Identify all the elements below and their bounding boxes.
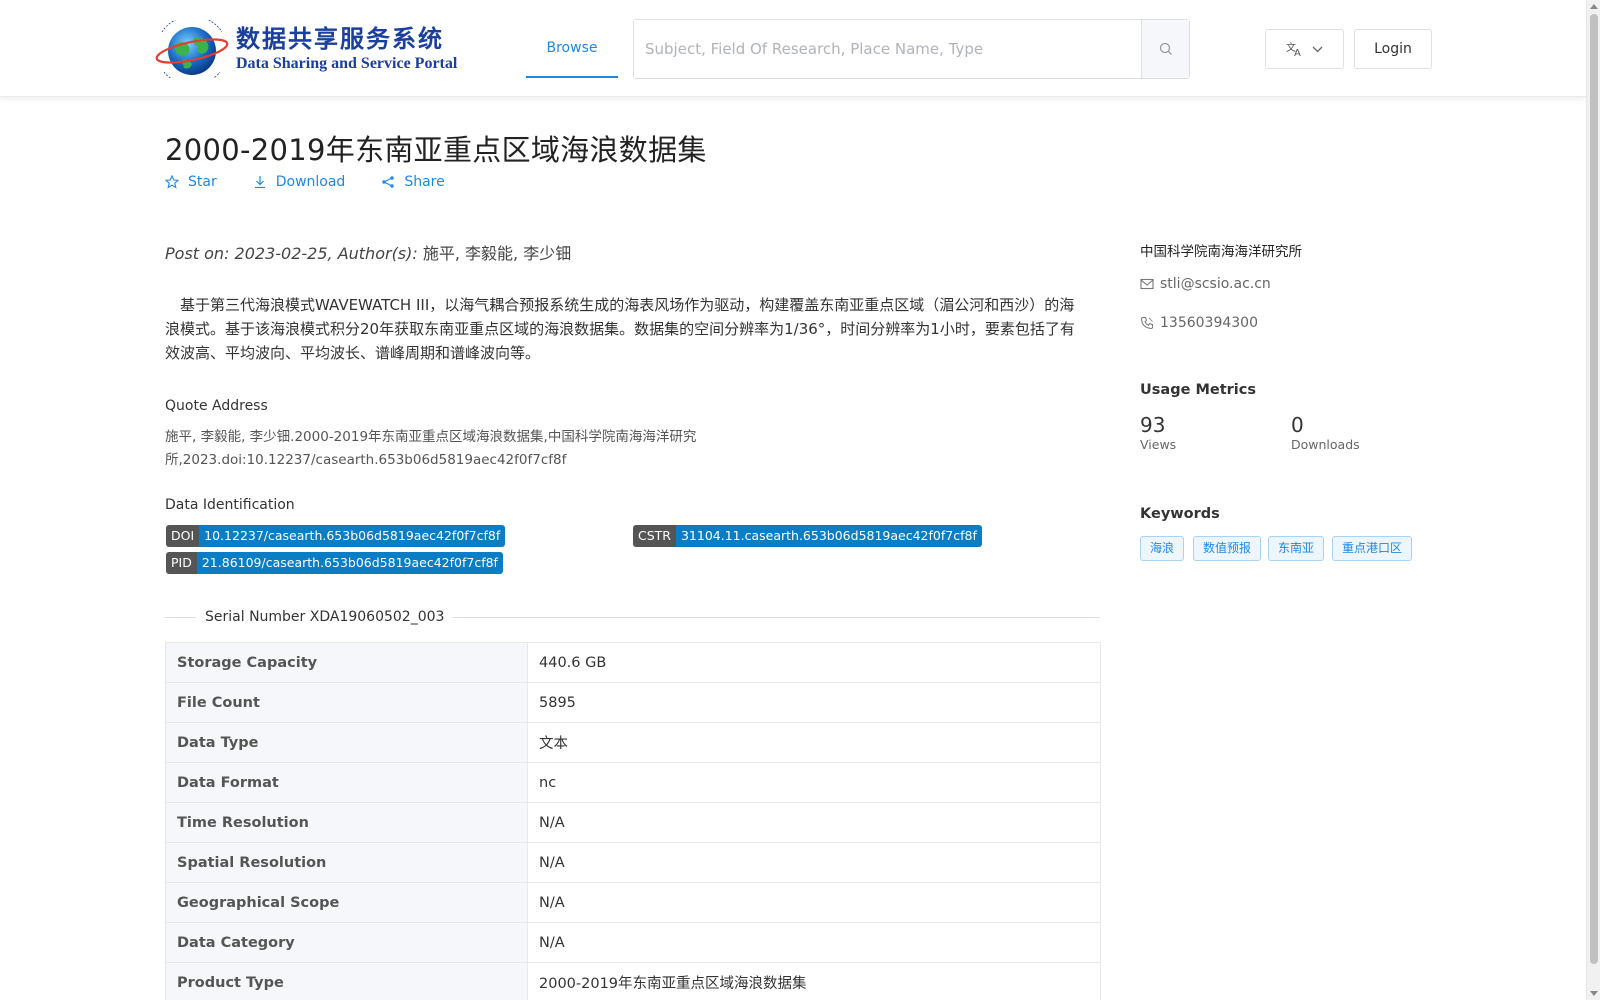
scroll-down-arrow-icon[interactable] [1590, 991, 1598, 996]
post-info: Post on: 2023-02-25, Author(s): 施平, 李毅能,… [165, 240, 571, 264]
organization-name: 中国科学院南海海洋研究所 [1140, 244, 1302, 260]
table-row: Data Category N/A [165, 922, 1101, 963]
detail-key: Data Category [165, 922, 528, 963]
table-row: File Count 5895 [165, 682, 1101, 723]
phone-text: 13560394300 [1160, 315, 1258, 331]
keyword-tag[interactable]: 海浪 [1140, 536, 1185, 561]
downloads-metric: 0 Downloads [1291, 413, 1360, 452]
views-count: 93 [1140, 413, 1166, 437]
serial-number: Serial Number XDA19060502_003 [196, 609, 454, 625]
detail-value: nc [527, 762, 1101, 803]
svg-text:A: A [1294, 48, 1301, 57]
detail-key: Data Format [165, 762, 528, 803]
download-icon [254, 176, 265, 189]
nav-browse[interactable]: Browse [526, 0, 618, 78]
detail-key: Time Resolution [165, 802, 528, 843]
globe-logo-icon [152, 15, 232, 86]
portal-logo[interactable]: 数据共享服务系统 Data Sharing and Service Portal [152, 15, 458, 86]
detail-key: File Count [165, 682, 528, 723]
dataset-details-table: Storage Capacity 440.6 GB File Count 5895 … [165, 642, 1101, 1000]
pid-value: 21.86109/casearth.653b06d5819aec42f0f7cf… [196, 552, 503, 574]
star-label: Star [188, 174, 217, 190]
table-row: Storage Capacity 440.6 GB [165, 642, 1101, 683]
search-button[interactable] [1141, 20, 1189, 78]
search-icon [1159, 42, 1172, 55]
detail-key: Storage Capacity [165, 642, 528, 683]
post-date: Post on: 2023-02-25, Author(s): [165, 244, 423, 263]
table-row: Spatial Resolution N/A [165, 842, 1101, 883]
star-button[interactable]: Star [165, 174, 217, 190]
table-row: Product Type 2000-2019年东南亚重点区域海浪数据集 [165, 962, 1101, 1000]
cstr-badge[interactable]: CSTR 31104.11.casearth.653b06d5819aec42f… [633, 525, 982, 547]
mail-icon [1140, 278, 1154, 290]
pid-key: PID [166, 552, 197, 574]
search-bar [633, 19, 1190, 79]
page-title: 2000-2019年东南亚重点区域海浪数据集 [165, 133, 707, 167]
keyword-tag[interactable]: 重点港口区 [1332, 536, 1413, 561]
keywords-title: Keywords [1140, 506, 1220, 522]
detail-key: Spatial Resolution [165, 842, 528, 883]
share-icon [382, 176, 395, 188]
doi-key: DOI [166, 525, 200, 547]
page-scrollbar[interactable] [1586, 0, 1600, 1000]
detail-value: N/A [527, 842, 1101, 883]
cstr-value: 31104.11.casearth.653b06d5819aec42f0f7cf… [675, 525, 982, 547]
search-input[interactable] [634, 20, 1141, 78]
data-identification-label: Data Identification [165, 497, 295, 513]
keyword-tag[interactable]: 东南亚 [1268, 536, 1325, 561]
dataset-actions: Star Download Share [165, 174, 445, 190]
contact-phone: 13560394300 [1140, 315, 1258, 331]
downloads-count: 0 [1291, 413, 1304, 437]
contact-email[interactable]: stli@scsio.ac.cn [1140, 276, 1271, 292]
logo-chinese-title: 数据共享服务系统 [236, 25, 444, 53]
detail-key: Product Type [165, 962, 528, 1000]
detail-value: 440.6 GB [527, 642, 1101, 683]
detail-value: N/A [527, 922, 1101, 963]
detail-value: N/A [527, 882, 1101, 923]
table-row: Geographical Scope N/A [165, 882, 1101, 923]
table-row: Data Type 文本 [165, 722, 1101, 763]
language-switcher[interactable]: 文 A [1265, 29, 1344, 69]
phone-icon [1140, 317, 1153, 330]
download-label: Download [275, 174, 346, 190]
quote-address-text: 施平, 李毅能, 李少钿.2000-2019年东南亚重点区域海浪数据集,中国科学… [165, 429, 697, 468]
detail-key: Data Type [165, 722, 528, 763]
detail-value: 文本 [527, 722, 1101, 763]
table-row: Time Resolution N/A [165, 802, 1101, 843]
detail-value: 2000-2019年东南亚重点区域海浪数据集 [527, 962, 1101, 1000]
views-label: Views [1140, 437, 1177, 452]
logo-english-title: Data Sharing and Service Portal [236, 55, 458, 72]
detail-value: 5895 [527, 682, 1101, 723]
translate-icon: 文 A [1286, 41, 1301, 57]
top-header: 数据共享服务系统 Data Sharing and Service Portal… [0, 0, 1586, 97]
keyword-tag[interactable]: 数值预报 [1193, 536, 1262, 561]
doi-badge[interactable]: DOI 10.12237/casearth.653b06d5819aec42f0… [166, 525, 506, 547]
scroll-up-arrow-icon[interactable] [1590, 4, 1598, 9]
table-row: Data Format nc [165, 762, 1101, 803]
share-button[interactable]: Share [381, 174, 445, 190]
usage-metrics-title: Usage Metrics [1140, 382, 1256, 398]
email-text: stli@scsio.ac.cn [1160, 276, 1271, 292]
pid-badge[interactable]: PID 21.86109/casearth.653b06d5819aec42f0… [166, 552, 503, 574]
detail-value: N/A [527, 802, 1101, 843]
star-icon [165, 175, 179, 189]
download-button[interactable]: Download [253, 174, 346, 190]
views-metric: 93 Views [1140, 413, 1176, 452]
scroll-thumb[interactable] [1590, 14, 1598, 964]
downloads-label: Downloads [1291, 437, 1360, 452]
quote-address-label: Quote Address [165, 398, 268, 414]
doi-value: 10.12237/casearth.653b06d5819aec42f0f7cf… [199, 525, 506, 547]
login-button[interactable]: Login [1354, 29, 1432, 69]
dataset-abstract: 基于第三代海浪模式WAVEWATCH III，以海气耦合预报系统生成的海表风场作… [165, 296, 1075, 362]
chevron-down-icon [1312, 46, 1323, 52]
detail-key: Geographical Scope [165, 882, 528, 923]
authors: 施平, 李毅能, 李少钿 [422, 244, 572, 263]
cstr-key: CSTR [633, 525, 676, 547]
share-label: Share [404, 174, 445, 190]
